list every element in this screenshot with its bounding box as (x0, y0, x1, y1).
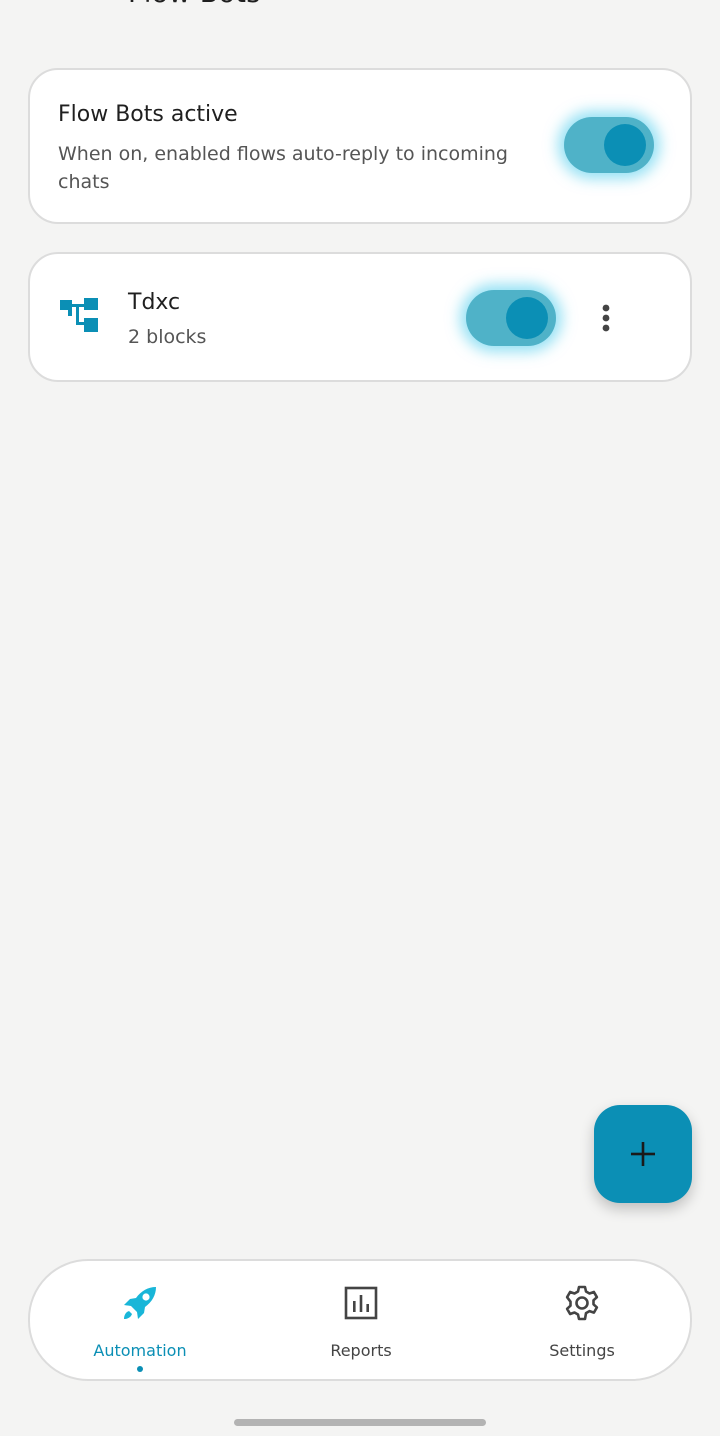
flow-list-item[interactable]: Tdxc 2 blocks (28, 252, 692, 382)
active-indicator-dot (137, 1366, 143, 1372)
bottom-navigation: Automation Reports Settings (28, 1259, 692, 1381)
top-app-bar: Flow Bots (0, 0, 720, 12)
flow-block-count: 2 blocks (128, 326, 207, 348)
more-vert-icon (602, 304, 610, 332)
rocket-icon (124, 1287, 156, 1319)
add-flow-button[interactable] (594, 1105, 692, 1203)
nav-label-automation: Automation (93, 1341, 187, 1360)
gear-icon (565, 1285, 599, 1321)
master-toggle-title: Flow Bots active (58, 102, 238, 127)
nav-item-reports[interactable]: Reports (261, 1261, 461, 1379)
flow-enabled-switch[interactable] (466, 290, 556, 346)
nav-label-reports: Reports (330, 1341, 392, 1360)
nav-item-settings[interactable]: Settings (482, 1261, 682, 1379)
screen: Flow Bots Flow Bots active When on, enab… (0, 0, 720, 1436)
flow-bots-active-switch[interactable] (564, 117, 654, 173)
switch-knob (506, 297, 548, 339)
nav-label-settings: Settings (549, 1341, 615, 1360)
plus-icon (631, 1142, 655, 1166)
flow-tree-icon (60, 298, 98, 332)
switch-knob (604, 124, 646, 166)
nav-item-automation[interactable]: Automation (40, 1261, 240, 1379)
arrow-back-icon (28, 0, 54, 4)
back-button[interactable] (28, 0, 68, 12)
page-title: Flow Bots (128, 0, 261, 9)
flow-name: Tdxc (128, 290, 181, 315)
bar-chart-icon (344, 1286, 378, 1320)
master-toggle-description: When on, enabled flows auto-reply to inc… (58, 143, 508, 193)
flow-more-button[interactable] (590, 298, 622, 338)
flow-bots-master-card: Flow Bots active When on, enabled flows … (28, 68, 692, 224)
home-indicator[interactable] (234, 1419, 486, 1426)
